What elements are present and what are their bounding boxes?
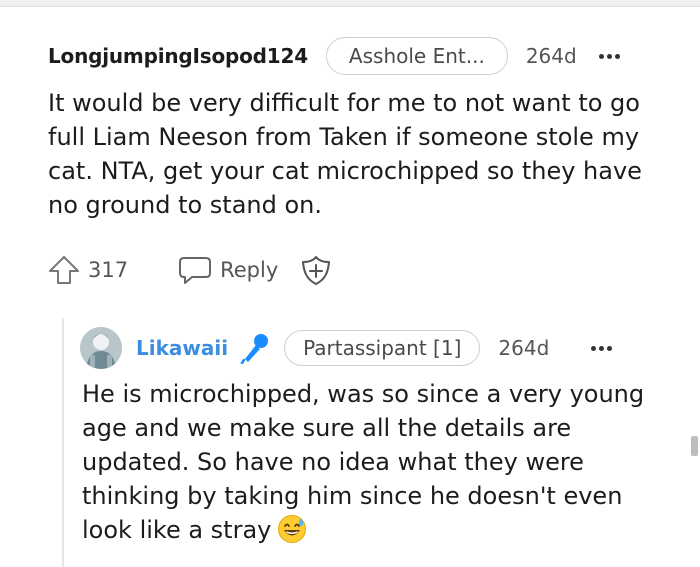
more-options-icon[interactable] bbox=[591, 345, 613, 351]
comment-header: LongjumpingIsopod124 Asshole Ent... 264d bbox=[48, 36, 620, 76]
comment-actions: 317 Reply bbox=[48, 250, 332, 290]
reply-body: He is microchipped, was so since a very … bbox=[82, 377, 672, 553]
reply-label: Reply bbox=[220, 258, 279, 282]
speech-bubble-icon bbox=[179, 257, 212, 284]
reply-header: Likawaii Partassipant [1] 264d bbox=[80, 326, 613, 370]
upvote-arrow-icon[interactable] bbox=[48, 255, 80, 285]
microphone-icon bbox=[240, 332, 270, 364]
top-divider bbox=[0, 0, 700, 7]
scrollbar-thumb[interactable] bbox=[691, 436, 698, 456]
reply-text: He is microchipped, was so since a very … bbox=[82, 380, 645, 544]
comment-body: It would be very difficult for me to not… bbox=[48, 89, 642, 219]
reply-username[interactable]: Likawaii bbox=[136, 336, 228, 360]
comment-username[interactable]: LongjumpingIsopod124 bbox=[48, 44, 308, 68]
comment-age: 264d bbox=[525, 44, 577, 68]
user-avatar[interactable] bbox=[80, 327, 122, 369]
add-award-button[interactable] bbox=[300, 254, 332, 286]
thread-line[interactable] bbox=[62, 318, 64, 567]
more-options-icon[interactable] bbox=[598, 53, 620, 59]
comment-thread: LongjumpingIsopod124 Asshole Ent... 264d… bbox=[0, 0, 700, 567]
upvote-button[interactable]: 317 bbox=[48, 255, 128, 285]
user-flair: Partassipant [1] bbox=[284, 330, 481, 366]
reply-age: 264d bbox=[498, 336, 550, 360]
add-award-icon bbox=[302, 256, 331, 285]
user-flair: Asshole Ent... bbox=[325, 37, 508, 75]
sweat-smile-emoji bbox=[277, 514, 307, 553]
vote-count: 317 bbox=[88, 258, 129, 282]
reply-button[interactable]: Reply bbox=[178, 255, 278, 285]
